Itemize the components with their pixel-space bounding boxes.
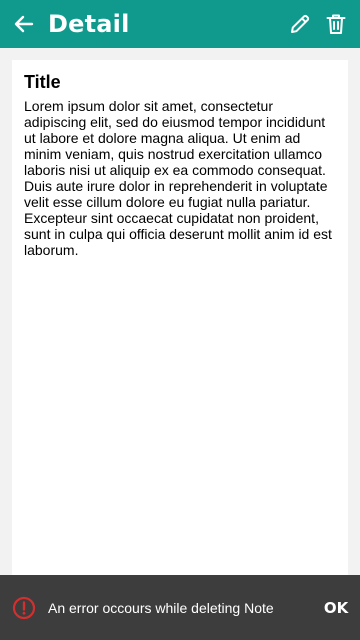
error-snackbar: An error occours while deleting Note OK xyxy=(0,575,360,640)
back-button[interactable] xyxy=(12,12,36,36)
note-card: Title Lorem ipsum dolor sit amet, consec… xyxy=(12,60,348,620)
snackbar-message: An error occours while deleting Note xyxy=(48,600,274,616)
app-bar: Detail xyxy=(0,0,360,48)
pencil-icon xyxy=(288,12,312,36)
error-circle-icon xyxy=(12,596,36,620)
delete-button[interactable] xyxy=(324,12,348,36)
note-body: Lorem ipsum dolor sit amet, consectetur … xyxy=(24,98,332,258)
edit-button[interactable] xyxy=(288,12,312,36)
note-title: Title xyxy=(24,72,61,92)
arrow-left-icon xyxy=(12,12,36,36)
page-title: Detail xyxy=(48,10,130,38)
trash-icon xyxy=(324,12,348,36)
detail-screen: Detail Title Lorem ipsum dolor sit amet,… xyxy=(0,0,360,640)
ok-button[interactable]: OK xyxy=(318,597,354,619)
